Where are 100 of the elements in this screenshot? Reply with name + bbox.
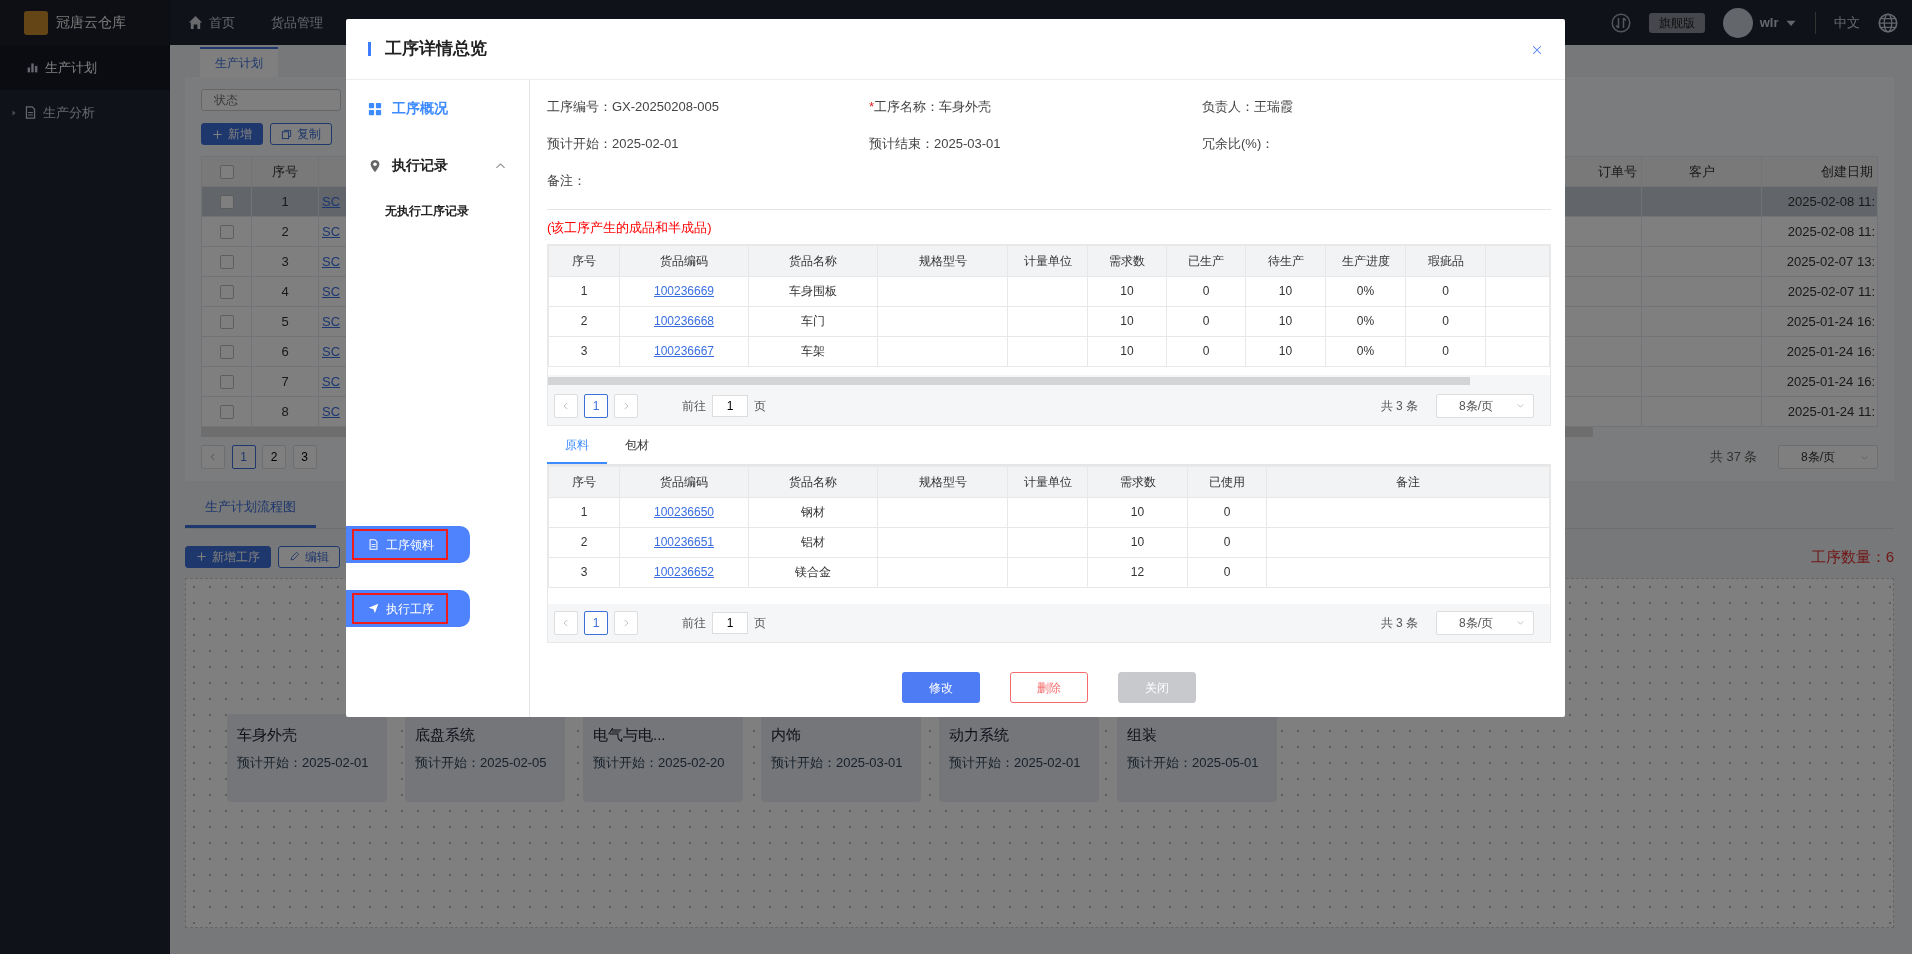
info-field: 预计结束：2025-03-01 [869, 125, 1202, 162]
chevron-left-icon [561, 617, 571, 628]
table-cell: 2025-01-24 11: [1761, 396, 1878, 427]
checkbox[interactable] [219, 345, 234, 360]
horizontal-scrollbar[interactable] [548, 376, 1470, 385]
edit-button[interactable]: 修改 [902, 672, 980, 703]
location-pin-icon [368, 158, 382, 173]
dialog-nav-item[interactable]: 工序概况 [346, 80, 529, 137]
globe-icon [1878, 12, 1898, 33]
table-cell: 0 [1187, 527, 1267, 557]
plus-icon [212, 128, 223, 140]
table-cell: 10 [1245, 306, 1326, 336]
process-card[interactable]: 内饰 预计开始：2025-03-01 [761, 714, 921, 802]
checkbox[interactable] [219, 405, 234, 420]
material-tab[interactable]: 原料 [547, 427, 607, 464]
table-cell: 2025-02-07 13: [1761, 246, 1878, 277]
chevron-left-icon [561, 400, 571, 411]
table-cell: 0 [1187, 497, 1267, 527]
previous-page-button[interactable] [554, 610, 578, 635]
page-button[interactable]: 3 [292, 445, 317, 469]
order-link[interactable]: SC [322, 403, 341, 419]
sidebar-item[interactable]: 生产计划 [0, 45, 170, 90]
process-card[interactable]: 电气与电... 预计开始：2025-02-20 [583, 714, 743, 802]
column-header: 生产进度 [1325, 245, 1406, 276]
goto-page-field[interactable]: 1 [712, 394, 748, 417]
chevron-right-icon [621, 400, 631, 411]
page-size-select[interactable]: 8条/页 [1436, 393, 1534, 418]
checkbox[interactable] [219, 225, 234, 240]
nav-link[interactable]: 首页 [170, 0, 253, 45]
column-header: 需求数 [1087, 466, 1188, 497]
next-page-button[interactable] [614, 610, 638, 635]
language-selector[interactable]: 中文 [1834, 12, 1860, 33]
order-link[interactable]: SC [322, 253, 341, 269]
previous-page-button[interactable] [554, 393, 578, 418]
column-header: 创建日期 [1761, 156, 1878, 187]
checkbox[interactable] [219, 165, 234, 180]
copy-button[interactable]: 复制 [269, 123, 332, 145]
sidebar-item[interactable]: 生产分析 [0, 90, 170, 135]
table-cell: 0% [1325, 306, 1406, 336]
material-tab[interactable]: 包材 [607, 427, 667, 464]
column-header: 已生产 [1166, 245, 1246, 276]
table-cell: 10 [1087, 306, 1167, 336]
info-field: 备注： [547, 162, 869, 199]
copy-icon [280, 128, 292, 140]
table-cell: 10 [1087, 527, 1188, 557]
column-header: 计量单位 [1007, 466, 1088, 497]
table-cell: 2025-01-24 16: [1761, 366, 1878, 397]
add-button[interactable]: 新增 [201, 123, 263, 145]
previous-page-button[interactable] [201, 445, 225, 469]
goto-label: 前往 [682, 397, 706, 415]
next-page-button[interactable] [614, 393, 638, 418]
process-card[interactable]: 组装 预计开始：2025-05-01 [1117, 714, 1277, 802]
checkbox[interactable] [219, 285, 234, 300]
avatar[interactable] [1723, 7, 1754, 38]
table-cell: 2025-01-24 16: [1761, 336, 1878, 367]
page-tab[interactable]: 生产计划 [200, 47, 278, 77]
order-link[interactable]: SC [322, 223, 341, 239]
order-link[interactable]: SC [322, 373, 341, 389]
column-header: 货品名称 [748, 466, 878, 497]
table-cell: 2 [548, 527, 620, 557]
add-button[interactable]: 新增工序 [185, 545, 271, 568]
flow-tab[interactable]: 生产计划流程图 [185, 489, 316, 528]
table-cell: 10 [1087, 276, 1167, 306]
checkbox[interactable] [219, 375, 234, 390]
page-button[interactable]: 1 [584, 610, 608, 635]
plus-icon [196, 551, 207, 563]
process-card[interactable]: 动力系统 预计开始：2025-02-01 [939, 714, 1099, 802]
dialog-nav-item[interactable]: 执行记录 [346, 137, 529, 194]
order-link[interactable]: SC [322, 343, 341, 359]
order-link[interactable]: SC [322, 283, 341, 299]
page-size-select[interactable]: 8条/页 [1778, 445, 1878, 469]
chevron-right-icon [621, 617, 631, 628]
process-card[interactable]: 底盘系统 预计开始：2025-02-05 [405, 714, 565, 802]
edit-button[interactable]: 编辑 [277, 545, 340, 568]
status-filter-field[interactable]: 状态 [201, 89, 341, 111]
page-button[interactable]: 2 [262, 445, 286, 469]
user-name[interactable]: wlr [1759, 12, 1779, 33]
order-link[interactable]: SC [322, 193, 341, 209]
process-name: 动力系统 [949, 725, 1010, 745]
table-cell: 5 [251, 306, 319, 337]
delete-button[interactable]: 删除 [1010, 672, 1088, 703]
table-cell: 1 [251, 186, 319, 217]
process-name: 组装 [1127, 725, 1158, 745]
page-button[interactable]: 1 [231, 445, 256, 469]
total-count: 共 3 条 [1380, 614, 1418, 632]
goto-page-field[interactable]: 1 [712, 611, 748, 634]
table-cell: 2 [251, 216, 319, 247]
checkbox[interactable] [219, 195, 234, 210]
execute-button[interactable]: 执行工序 [346, 590, 470, 627]
material-request-button[interactable]: 工序领料 [346, 526, 470, 563]
order-link[interactable]: SC [322, 313, 341, 329]
table-cell: 0 [1166, 336, 1246, 366]
page-button[interactable]: 1 [584, 393, 608, 418]
info-field: 负责人：王瑞霞 [1202, 88, 1551, 125]
checkbox[interactable] [219, 315, 234, 330]
page-size-select[interactable]: 8条/页 [1436, 610, 1534, 635]
paper-plane-icon [368, 603, 379, 614]
checkbox[interactable] [219, 255, 234, 270]
nav-link[interactable]: 货品管理 [253, 0, 341, 45]
process-card[interactable]: 车身外壳 预计开始：2025-02-01 [227, 714, 387, 802]
